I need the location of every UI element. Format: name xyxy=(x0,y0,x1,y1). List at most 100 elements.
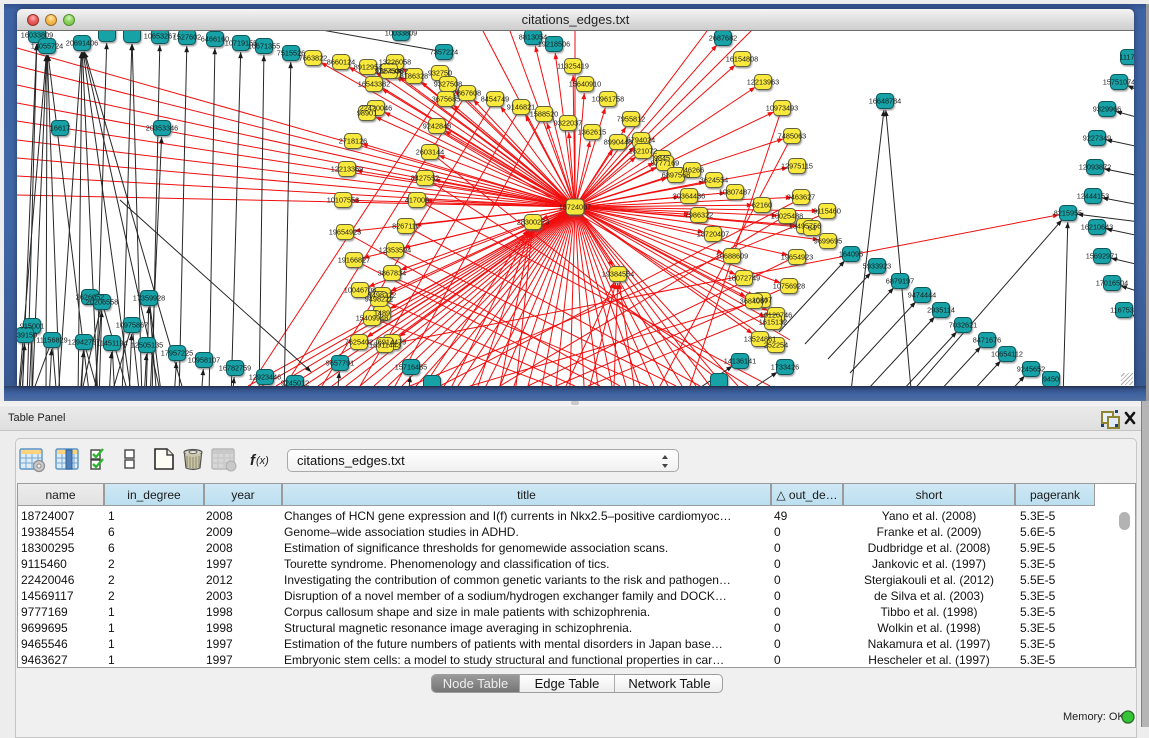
svg-text:11325419: 11325419 xyxy=(557,62,589,71)
svg-text:7032621: 7032621 xyxy=(949,321,977,330)
svg-text:10973493: 10973493 xyxy=(766,104,798,113)
svg-text:11156829: 11156829 xyxy=(36,336,67,345)
svg-text:18720407: 18720407 xyxy=(697,230,729,239)
svg-text:10033809: 10033809 xyxy=(385,31,417,38)
svg-text:62160: 62160 xyxy=(752,201,772,210)
svg-text:19654923: 19654923 xyxy=(781,253,813,262)
svg-text:(x): (x) xyxy=(256,455,269,467)
svg-text:28300273: 28300273 xyxy=(517,218,549,227)
svg-text:1167533: 1167533 xyxy=(1110,306,1134,315)
svg-text:9245652: 9245652 xyxy=(1017,365,1045,374)
svg-text:16154808: 16154808 xyxy=(726,55,758,64)
svg-text:13495756: 13495756 xyxy=(789,222,821,231)
svg-text:164095: 164095 xyxy=(839,250,863,259)
svg-text:19166827: 19166827 xyxy=(338,256,370,265)
svg-text:17016504: 17016504 xyxy=(1096,279,1128,288)
svg-text:252254: 252254 xyxy=(764,341,788,350)
svg-text:12093872: 12093872 xyxy=(1079,163,1111,172)
svg-text:20691406: 20691406 xyxy=(66,39,98,48)
svg-text:20206558: 20206558 xyxy=(86,298,118,307)
svg-text:7663822: 7663822 xyxy=(299,54,327,63)
svg-text:1733426: 1733426 xyxy=(771,363,799,372)
svg-text:2935114: 2935114 xyxy=(927,306,955,315)
svg-text:10807487: 10807487 xyxy=(719,188,751,197)
svg-text:20353346: 20353346 xyxy=(146,124,178,133)
svg-text:19218506: 19218506 xyxy=(538,40,570,49)
svg-text:6879197: 6879197 xyxy=(886,277,914,286)
svg-text:9777169: 9777169 xyxy=(651,159,679,168)
svg-text:2687682: 2687682 xyxy=(709,34,737,43)
svg-text:9474444: 9474444 xyxy=(908,291,936,300)
svg-text:10025488: 10025488 xyxy=(771,212,803,221)
svg-text:98901: 98901 xyxy=(357,109,377,118)
svg-text:16648784: 16648784 xyxy=(869,97,901,106)
svg-text:9329966: 9329966 xyxy=(1093,105,1121,114)
svg-text:8471676: 8471676 xyxy=(973,336,1001,345)
svg-text:12444153: 12444153 xyxy=(1077,192,1109,201)
svg-text:16617: 16617 xyxy=(50,124,70,133)
svg-text:746266: 746266 xyxy=(680,166,704,175)
svg-text:16210643: 16210643 xyxy=(1081,223,1113,232)
svg-text:9115460: 9115460 xyxy=(813,207,841,216)
svg-text:8454749: 8454749 xyxy=(481,95,509,104)
svg-text:3624554: 3624554 xyxy=(700,176,728,185)
svg-text:915001: 915001 xyxy=(20,322,44,331)
svg-text:11451194: 11451194 xyxy=(96,339,127,348)
svg-text:15409948: 15409948 xyxy=(356,314,388,323)
svg-text:3867834: 3867834 xyxy=(378,269,406,278)
svg-text:10756928: 10756928 xyxy=(773,282,805,291)
svg-text:10975867: 10975867 xyxy=(116,321,148,330)
svg-text:12923446: 12923446 xyxy=(249,373,281,382)
svg-text:15692971: 15692971 xyxy=(1086,252,1118,261)
svg-text:9657791: 9657791 xyxy=(326,359,354,368)
svg-text:10046708: 10046708 xyxy=(344,286,376,295)
svg-text:10961758: 10961758 xyxy=(592,95,624,104)
svg-text:12353594: 12353594 xyxy=(379,246,411,255)
svg-text:932750: 932750 xyxy=(428,69,452,78)
svg-text:16543382: 16543382 xyxy=(358,80,390,89)
svg-text:9322037: 9322037 xyxy=(554,119,582,128)
svg-text:64: 64 xyxy=(808,224,816,233)
svg-text:15751074: 15751074 xyxy=(1103,78,1134,87)
svg-text:7955812: 7955812 xyxy=(617,115,645,124)
svg-text:14136141: 14136141 xyxy=(724,357,756,366)
svg-text:7485063: 7485063 xyxy=(778,132,806,141)
svg-text:9463627: 9463627 xyxy=(787,193,815,202)
svg-text:16911443: 16911443 xyxy=(369,341,401,350)
svg-text:9245012: 9245012 xyxy=(281,379,309,387)
svg-text:3684067: 3684067 xyxy=(740,297,768,306)
svg-text:16033809: 16033809 xyxy=(21,31,53,40)
svg-text:18724007: 18724007 xyxy=(559,203,591,212)
svg-text:10688609: 10688609 xyxy=(716,252,748,261)
svg-text:13226058: 13226058 xyxy=(379,58,411,67)
svg-text:17359928: 17359928 xyxy=(133,294,165,303)
svg-text:16671355: 16671355 xyxy=(248,42,280,51)
svg-text:12213963: 12213963 xyxy=(747,78,779,87)
svg-text:7357224: 7357224 xyxy=(430,48,458,57)
svg-text:9699695: 9699695 xyxy=(814,237,842,246)
svg-text:8186328: 8186328 xyxy=(400,72,428,81)
svg-text:8267110: 8267110 xyxy=(392,222,420,231)
svg-text:20364436: 20364436 xyxy=(673,192,705,201)
svg-text:10958107: 10958107 xyxy=(188,356,220,365)
svg-text:19654923: 19654923 xyxy=(329,228,361,237)
svg-text:18072749: 18072749 xyxy=(728,274,760,283)
svg-text:3675685: 3675685 xyxy=(432,95,460,104)
svg-text:19384554: 19384554 xyxy=(602,270,634,279)
svg-text:417006: 417006 xyxy=(405,196,429,205)
svg-text:2603144: 2603144 xyxy=(416,148,444,157)
svg-text:9227349: 9227349 xyxy=(1083,134,1111,143)
svg-text:1527602: 1527602 xyxy=(173,33,201,42)
svg-text:12213369: 12213369 xyxy=(331,165,363,174)
svg-text:11174: 11174 xyxy=(1119,53,1134,62)
svg-text:6794024: 6794024 xyxy=(627,136,655,145)
svg-text:9498222: 9498222 xyxy=(365,295,393,304)
svg-text:9327508: 9327508 xyxy=(434,80,462,89)
svg-text:12505135: 12505135 xyxy=(131,341,163,350)
svg-text:15640910: 15640910 xyxy=(569,80,601,89)
svg-text:16782759: 16782759 xyxy=(219,364,251,373)
svg-text:12975115: 12975115 xyxy=(781,162,813,171)
svg-text:14055724: 14055724 xyxy=(31,42,63,51)
svg-text:5933923: 5933923 xyxy=(863,262,891,271)
svg-text:939159: 939159 xyxy=(17,331,37,340)
